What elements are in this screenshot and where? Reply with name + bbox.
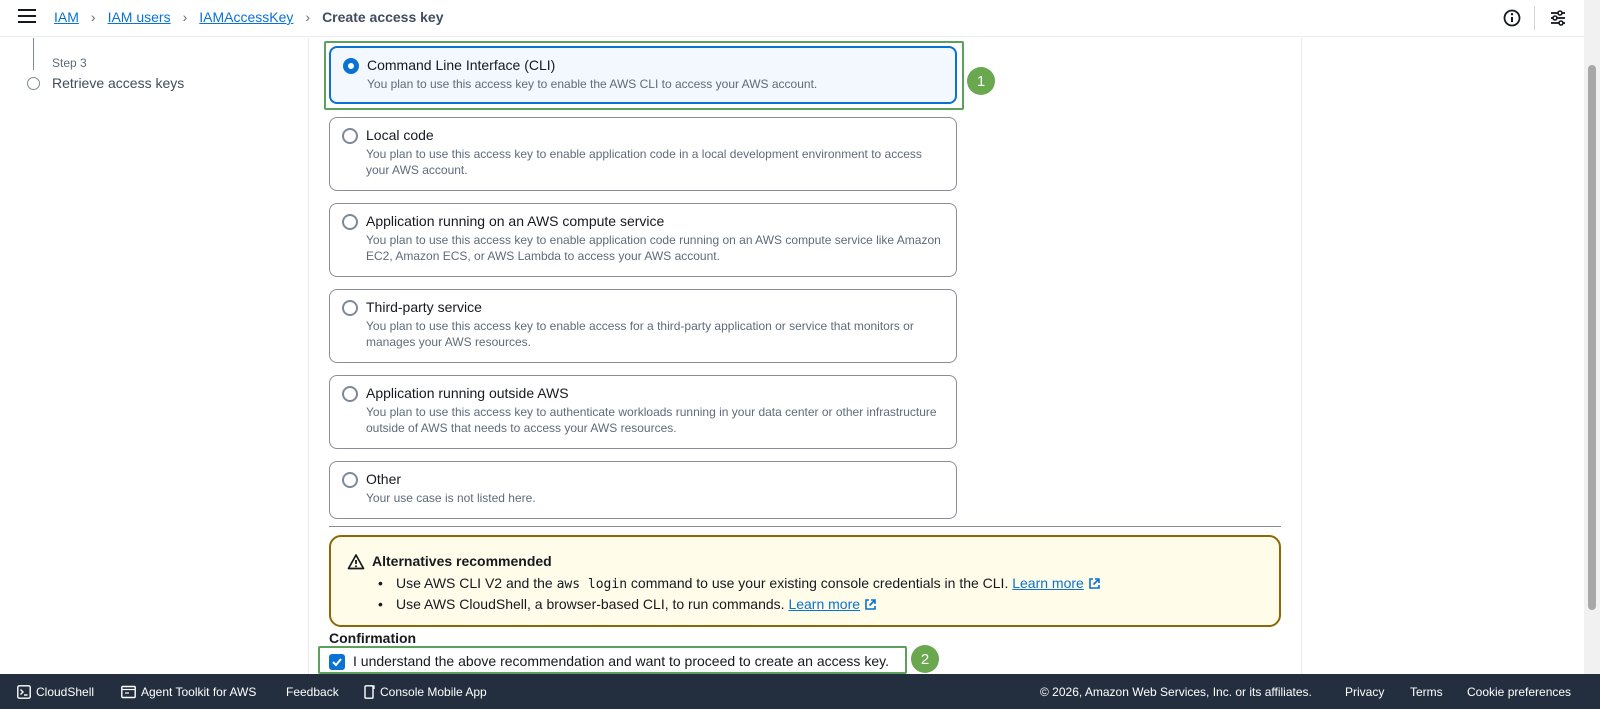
annotation-badge-2: 2 [911,645,939,673]
alert-item-cloudshell: Use AWS CloudShell, a browser-based CLI,… [374,594,1101,615]
annotation-highlight-2 [318,646,907,674]
step-number: Step 3 [52,56,87,70]
cloudshell-label: CloudShell [36,685,95,699]
chevron-right-icon: › [305,9,311,25]
alternatives-alert: Alternatives recommended Use AWS CLI V2 … [329,535,1281,627]
confirmation-label: Confirmation [329,630,417,646]
alert-list: Use AWS CLI V2 and the aws login command… [374,573,1101,615]
content-border [1301,38,1302,674]
use-case-outside-aws[interactable]: Application running outside AWS You plan… [329,375,957,449]
content-border [308,38,309,674]
info-icon[interactable] [1502,8,1522,28]
split-panel-icon[interactable] [1548,8,1568,28]
divider [329,526,1281,527]
agent-toolkit-button[interactable]: Agent Toolkit for AWS [121,685,256,699]
agent-toolkit-label: Agent Toolkit for AWS [141,685,257,699]
tile-title: Application running on an AWS compute se… [366,213,665,229]
step-indicator-icon [27,77,40,90]
alert-item1-code: aws login [556,577,628,592]
use-case-third-party[interactable]: Third-party service You plan to use this… [329,289,957,363]
radio-icon[interactable] [342,472,358,488]
feedback-label: Feedback [286,685,339,699]
breadcrumb-iam-users[interactable]: IAM users [108,9,171,25]
step-connector [33,38,34,70]
terms-link[interactable]: Terms [1410,685,1443,699]
learn-more-link-cloudshell[interactable]: Learn more [788,596,860,612]
tile-description: You plan to use this access key to enabl… [366,319,914,349]
menu-icon[interactable] [18,9,36,25]
use-case-local-code[interactable]: Local code You plan to use this access k… [329,117,957,191]
radio-icon[interactable] [342,386,358,402]
scrollbar-thumb[interactable] [1588,65,1596,610]
step-title: Retrieve access keys [52,75,185,91]
cookie-preferences-label: Cookie preferences [1467,685,1572,699]
terms-label: Terms [1410,685,1443,699]
alert-item1-prefix: Use AWS CLI V2 and the [396,575,553,591]
breadcrumb-iam[interactable]: IAM [54,9,79,25]
tile-description: You plan to use this access key to enabl… [366,147,922,177]
radio-icon[interactable] [342,214,358,230]
privacy-link[interactable]: Privacy [1345,685,1384,699]
alert-item2-text: Use AWS CloudShell, a browser-based CLI,… [396,596,785,612]
use-case-aws-compute[interactable]: Application running on an AWS compute se… [329,203,957,277]
feedback-link[interactable]: Feedback [286,685,339,699]
use-case-other[interactable]: Other Your use case is not listed here. [329,461,957,519]
tile-title: Other [366,471,402,487]
mobile-app-label: Console Mobile App [380,685,487,699]
copyright: © 2026, Amazon Web Services, Inc. or its… [1040,685,1312,699]
terminal-icon [17,685,31,699]
tile-title: Local code [366,127,434,143]
breadcrumb-current: Create access key [322,9,444,25]
breadcrumb-user[interactable]: IAMAccessKey [199,9,293,25]
chevron-right-icon: › [182,9,188,25]
top-navigation-bar: IAM › IAM users › IAMAccessKey › Create … [0,0,1584,37]
breadcrumb: IAM › IAM users › IAMAccessKey › Create … [54,9,444,25]
annotation-highlight-1 [324,41,964,110]
console-mobile-app-link[interactable]: Console Mobile App [364,685,487,699]
chevron-right-icon: › [90,9,96,25]
alert-item1-suffix: command to use your existing console cre… [630,575,1009,591]
cloudshell-button[interactable]: CloudShell [17,685,94,699]
privacy-label: Privacy [1345,685,1385,699]
warning-icon [347,554,365,570]
annotation-badge-1: 1 [967,67,995,95]
alert-item-cli: Use AWS CLI V2 and the aws login command… [374,573,1101,594]
tile-title: Application running outside AWS [366,385,569,401]
footer: CloudShell Agent Toolkit for AWS Feedbac… [0,674,1600,709]
tile-title: Third-party service [366,299,482,315]
radio-icon[interactable] [342,128,358,144]
cookie-preferences-link[interactable]: Cookie preferences [1467,685,1571,699]
tile-description: You plan to use this access key to authe… [366,405,937,435]
tile-description: You plan to use this access key to enabl… [366,233,941,263]
external-link-icon[interactable] [1088,577,1101,590]
alert-title: Alternatives recommended [372,553,552,569]
external-link-icon[interactable] [864,598,877,611]
tile-description: Your use case is not listed here. [366,491,536,505]
divider [1534,6,1535,30]
mobile-app-icon [364,685,375,699]
toolkit-icon [121,685,136,699]
learn-more-link-cli[interactable]: Learn more [1012,575,1084,591]
radio-icon[interactable] [342,300,358,316]
scrollbar[interactable] [1584,0,1600,674]
